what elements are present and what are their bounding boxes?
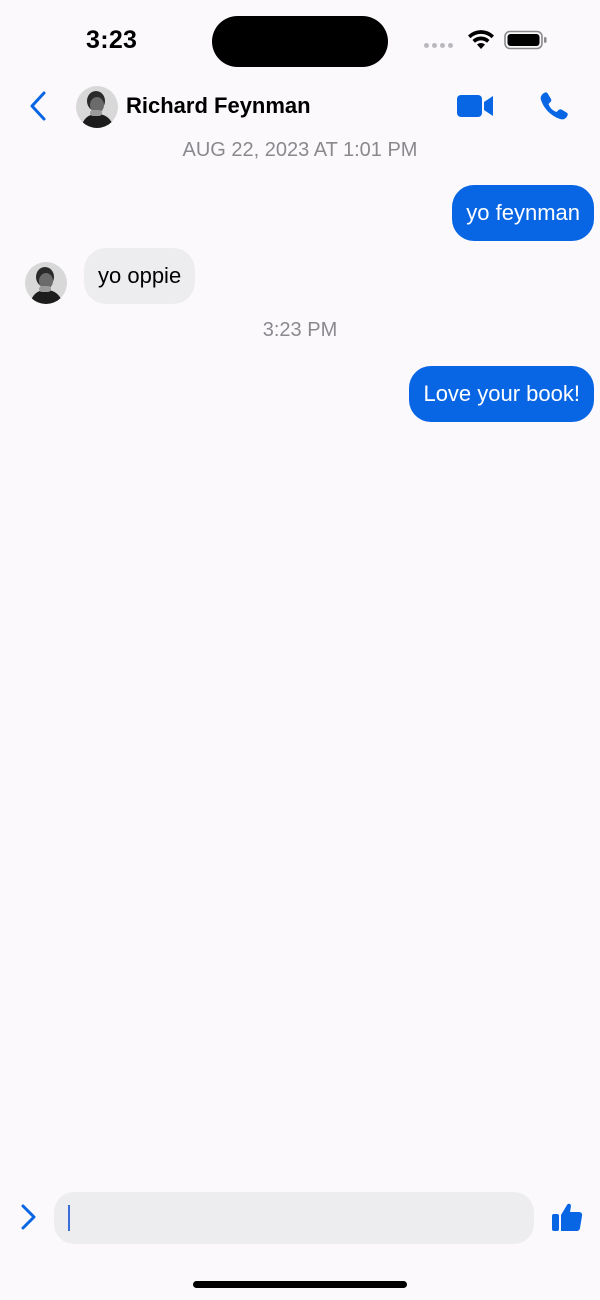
message-input[interactable]	[54, 1192, 534, 1244]
chevron-left-icon[interactable]	[24, 88, 54, 124]
message-composer	[0, 1190, 600, 1246]
battery-icon	[504, 30, 547, 50]
dynamic-island	[212, 16, 388, 67]
text-cursor	[68, 1205, 70, 1231]
contact-name[interactable]: Richard Feynman	[126, 93, 311, 119]
home-indicator[interactable]	[193, 1281, 407, 1288]
chevron-right-icon[interactable]	[18, 1202, 40, 1232]
wifi-icon	[468, 30, 494, 49]
status-time: 3:23	[86, 26, 138, 54]
video-camera-icon[interactable]	[455, 92, 495, 120]
chat-screen: 3:23 Richard Feynman AUG 22, 2023 AT 1:0…	[0, 0, 600, 1300]
conversation-header: Richard Feynman	[0, 80, 600, 136]
conversation-timestamp: 3:23 PM	[262, 319, 338, 341]
contact-avatar[interactable]	[76, 86, 118, 128]
sender-avatar[interactable]	[25, 262, 67, 304]
status-bar: 3:23	[0, 0, 600, 80]
phone-icon[interactable]	[538, 90, 570, 122]
outgoing-message-bubble[interactable]: yo feynman	[452, 185, 594, 241]
signal-dots-icon	[424, 43, 453, 48]
incoming-message-bubble[interactable]: yo oppie	[84, 248, 196, 304]
thumbs-up-icon[interactable]	[550, 1200, 584, 1234]
conversation-timestamp: AUG 22, 2023 AT 1:01 PM	[182, 139, 418, 161]
outgoing-message-bubble[interactable]: Love your book!	[409, 366, 594, 422]
